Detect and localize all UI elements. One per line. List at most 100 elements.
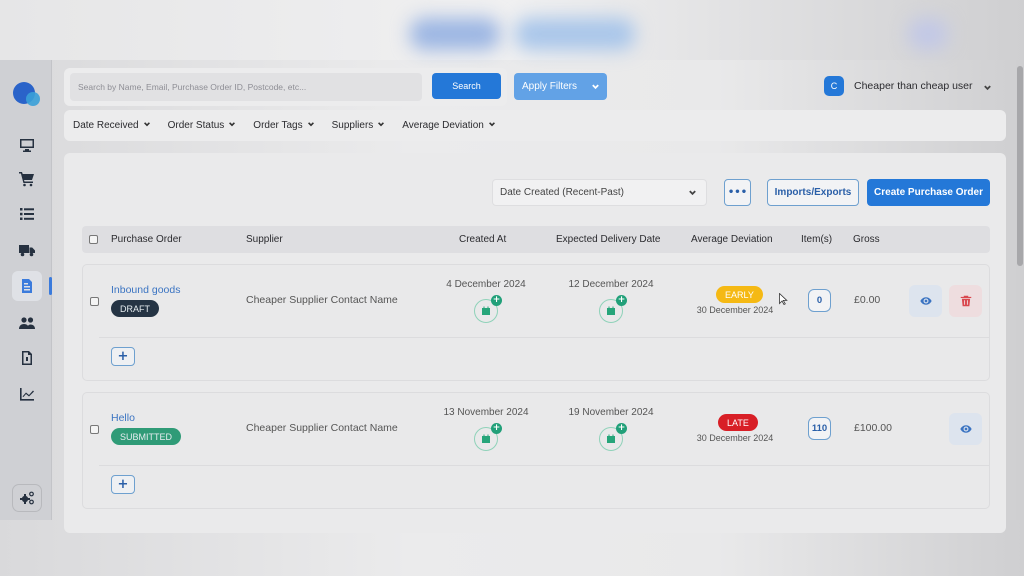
sidebar-item-customers[interactable] [12, 308, 42, 338]
filter-bar: Date Received Order Status Order Tags Su… [64, 110, 1006, 141]
sidebar-item-reports[interactable] [12, 379, 42, 409]
blurred-header-button [515, 18, 635, 50]
list-icon [20, 208, 34, 220]
chevron-down-icon [143, 120, 151, 131]
select-all-checkbox[interactable] [89, 235, 98, 244]
add-calendar-event-button[interactable]: + [474, 295, 502, 323]
sidebar-item-shipping[interactable] [12, 235, 42, 265]
plus-icon: + [616, 423, 627, 434]
sidebar-item-purchase-orders[interactable] [12, 271, 42, 301]
avatar: C [824, 76, 844, 96]
view-button[interactable] [949, 413, 982, 445]
deviation-badge: EARLY [716, 286, 763, 303]
status-badge: SUBMITTED [111, 428, 182, 445]
plus-icon: + [616, 295, 627, 306]
chevron-down-icon [228, 120, 236, 131]
sidebar [0, 60, 52, 520]
chart-icon [20, 388, 34, 401]
filter-date-received[interactable]: Date Received [73, 120, 151, 131]
users-icon [19, 317, 35, 329]
plus-icon: + [491, 423, 502, 434]
column-average-deviation[interactable]: Average Deviation [691, 234, 773, 245]
table-header: Purchase Order Supplier Created At Expec… [82, 226, 990, 253]
add-calendar-event-button[interactable]: + [474, 423, 502, 451]
add-calendar-event-button[interactable]: + [599, 295, 627, 323]
sort-select[interactable]: Date Created (Recent-Past) [492, 179, 707, 206]
add-calendar-event-button[interactable]: + [599, 423, 627, 451]
chevron-down-icon [488, 120, 496, 131]
created-at-date: 13 November 2024 [443, 407, 529, 418]
deviation-date: 30 December 2024 [696, 305, 774, 315]
sidebar-item-lists[interactable] [12, 199, 42, 229]
document-icon [22, 279, 32, 293]
purchase-order-link[interactable]: Inbound goods [111, 284, 180, 296]
file-icon [22, 351, 32, 365]
purchase-order-link[interactable]: Hello [111, 412, 135, 424]
items-count-button[interactable]: 110 [808, 417, 831, 440]
settings-button[interactable] [12, 484, 42, 512]
apply-filters-label: Apply Filters [522, 81, 578, 92]
supplier-name: Cheaper Supplier Contact Name [246, 422, 398, 434]
table-row: Inbound goods DRAFT Cheaper Supplier Con… [82, 264, 990, 381]
supplier-name: Cheaper Supplier Contact Name [246, 294, 398, 306]
chevron-down-icon [688, 188, 697, 200]
expected-delivery-date: 19 November 2024 [568, 407, 654, 418]
sidebar-item-orders[interactable] [12, 164, 42, 194]
row-checkbox[interactable] [90, 425, 99, 434]
calendar-icon [607, 306, 615, 315]
cart-icon [19, 172, 34, 187]
blurred-header-button [410, 18, 500, 50]
filter-order-tags[interactable]: Order Tags [253, 120, 314, 131]
deviation-badge: LATE [718, 414, 758, 431]
filter-label: Suppliers [331, 120, 374, 131]
filter-average-deviation[interactable]: Average Deviation [402, 120, 496, 131]
column-created-at[interactable]: Created At [459, 234, 506, 245]
search-button[interactable]: Search [432, 73, 501, 99]
view-button[interactable] [909, 285, 942, 317]
create-purchase-order-button[interactable]: Create Purchase Order [867, 179, 990, 206]
column-gross[interactable]: Gross [853, 234, 880, 245]
search-input[interactable] [70, 73, 422, 101]
more-options-button[interactable]: ••• [724, 179, 751, 206]
eye-icon [919, 297, 932, 305]
filter-label: Average Deviation [402, 120, 484, 131]
search-bar: Search [64, 68, 507, 106]
chevron-down-icon [307, 120, 315, 131]
add-line-button[interactable]: + [111, 347, 135, 366]
filter-label: Order Tags [253, 120, 303, 131]
chevron-down-icon [983, 77, 992, 96]
sidebar-item-dashboard[interactable] [12, 130, 42, 160]
cogs-icon [20, 491, 34, 505]
truck-icon [19, 245, 35, 257]
gross-value: £0.00 [854, 294, 881, 306]
filter-label: Order Status [167, 120, 225, 131]
column-expected-delivery-date[interactable]: Expected Delivery Date [556, 234, 661, 245]
gross-value: £100.00 [854, 422, 892, 434]
column-purchase-order[interactable]: Purchase Order [111, 234, 182, 245]
filter-label: Date Received [73, 120, 139, 131]
imports-exports-button[interactable]: Imports/Exports [767, 179, 859, 206]
user-menu[interactable]: C Cheaper than cheap user [824, 76, 992, 96]
filter-order-status[interactable]: Order Status [168, 120, 237, 131]
eye-icon [959, 425, 972, 433]
row-checkbox[interactable] [90, 297, 99, 306]
items-count-button[interactable]: 0 [808, 289, 831, 312]
sidebar-item-invoices[interactable] [12, 343, 42, 373]
deviation-date: 30 December 2024 [696, 433, 774, 443]
user-name: Cheaper than cheap user [854, 80, 973, 92]
column-items[interactable]: Item(s) [801, 234, 832, 245]
chevron-down-icon [591, 82, 600, 94]
column-supplier[interactable]: Supplier [246, 234, 283, 245]
top-header [0, 0, 1024, 60]
app-logo[interactable] [13, 82, 41, 110]
blurred-header-icon [908, 18, 948, 50]
row-divider [99, 337, 989, 338]
row-divider [99, 465, 989, 466]
apply-filters-button[interactable]: Apply Filters [514, 73, 607, 100]
sort-value: Date Created (Recent-Past) [500, 187, 624, 198]
delete-button[interactable] [949, 285, 982, 317]
scrollbar-thumb[interactable] [1017, 66, 1023, 266]
add-line-button[interactable]: + [111, 475, 135, 494]
filter-suppliers[interactable]: Suppliers [332, 120, 386, 131]
table-row: Hello SUBMITTED Cheaper Supplier Contact… [82, 392, 990, 509]
